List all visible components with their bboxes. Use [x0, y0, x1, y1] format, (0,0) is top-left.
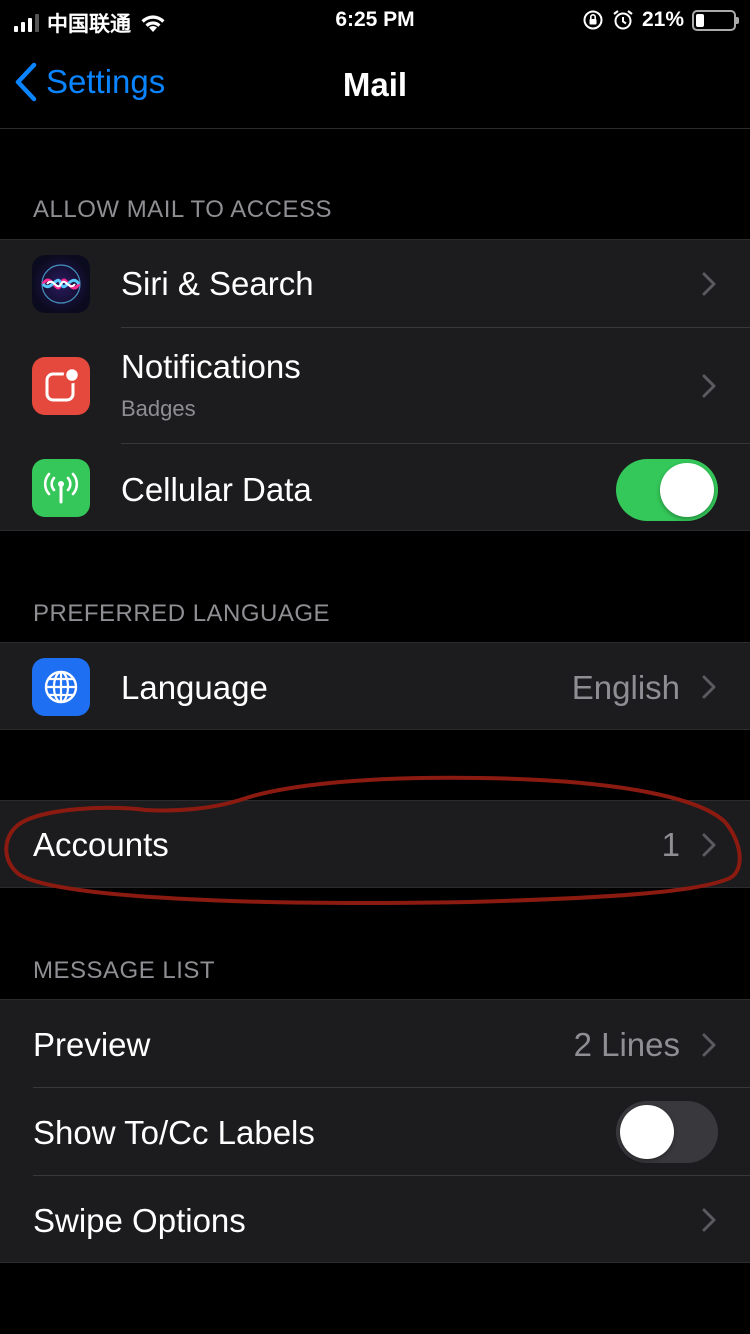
- accounts-row[interactable]: Accounts 1: [0, 801, 750, 888]
- status-bar: 中国联通 6:25 PM 21%: [0, 0, 750, 40]
- language-row[interactable]: Language English: [0, 643, 750, 730]
- cellular-data-label: Cellular Data: [121, 471, 312, 508]
- siri-search-label: Siri & Search: [121, 265, 314, 302]
- navigation-bar: Settings Mail: [0, 40, 750, 129]
- show-to-cc-toggle[interactable]: [616, 1101, 718, 1163]
- chevron-right-icon: [702, 374, 716, 398]
- preview-value: 2 Lines: [573, 1026, 680, 1063]
- cellular-antenna-icon: [32, 459, 90, 517]
- chevron-right-icon: [702, 833, 716, 857]
- show-to-cc-row: Show To/Cc Labels: [0, 1088, 750, 1176]
- siri-icon: [32, 255, 90, 313]
- accounts-count: 1: [661, 826, 680, 863]
- show-to-cc-label: Show To/Cc Labels: [33, 1114, 315, 1151]
- swipe-options-label: Swipe Options: [33, 1202, 246, 1239]
- language-label: Language: [121, 669, 268, 706]
- allow-access-group: Siri & Search Notifications Badges Cellu…: [0, 239, 750, 531]
- battery-icon: [692, 9, 739, 31]
- preview-row[interactable]: Preview 2 Lines: [0, 1000, 750, 1088]
- chevron-right-icon: [702, 272, 716, 296]
- chevron-right-icon: [702, 675, 716, 699]
- notifications-icon: [32, 357, 90, 415]
- cellular-data-toggle[interactable]: [616, 459, 718, 521]
- notifications-sublabel: Badges: [121, 396, 196, 421]
- page-title: Mail: [342, 66, 408, 103]
- preferred-language-group: Language English: [0, 642, 750, 730]
- battery-percentage: 21%: [641, 8, 684, 31]
- language-value: English: [571, 669, 680, 706]
- message-list-group: Preview 2 Lines Show To/Cc Labels Swipe …: [0, 999, 750, 1263]
- preview-label: Preview: [33, 1026, 151, 1063]
- alarm-icon: [613, 10, 633, 30]
- toggle-knob: [660, 463, 714, 517]
- siri-search-row[interactable]: Siri & Search: [0, 240, 750, 328]
- chevron-right-icon: [702, 1208, 716, 1232]
- section-header-message-list: MESSAGE LIST: [33, 957, 216, 984]
- globe-icon: [32, 658, 90, 716]
- status-right: 21%: [582, 8, 739, 32]
- notifications-label: Notifications: [121, 348, 301, 385]
- section-header-allow-access: ALLOW MAIL TO ACCESS: [33, 196, 332, 223]
- accounts-group: Accounts 1: [0, 800, 750, 888]
- orientation-lock-icon: [583, 10, 603, 30]
- notifications-row[interactable]: Notifications Badges: [0, 328, 750, 444]
- accounts-label: Accounts: [33, 826, 169, 863]
- swipe-options-row[interactable]: Swipe Options: [0, 1176, 750, 1262]
- section-header-preferred-language: PREFERRED LANGUAGE: [33, 600, 331, 627]
- chevron-right-icon: [702, 1033, 716, 1057]
- cellular-data-row: Cellular Data: [0, 444, 750, 532]
- toggle-knob: [620, 1105, 674, 1159]
